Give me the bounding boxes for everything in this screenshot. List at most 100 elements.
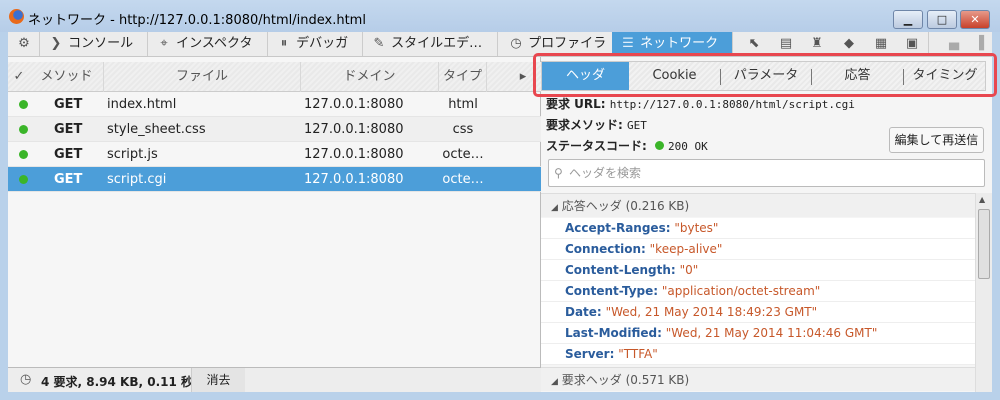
profiler-icon: ◷ [510,36,522,51]
header-name: Content-Length: [565,263,676,277]
method: GET [54,122,83,137]
column-file[interactable]: ファイル [104,62,301,92]
tab-label: ネットワーク [640,36,719,51]
domain: 127.0.0.1:8080 [304,122,404,137]
scroll-thumb[interactable] [978,209,990,279]
header-name: Connection: [565,242,646,256]
tab-params[interactable]: パラメータ [721,62,811,90]
search-placeholder: ヘッダを検索 [569,166,642,180]
tab-inspector[interactable]: ⌖ インスペクタ [148,32,268,56]
response-header-row: Server: "TTFA" [541,344,975,365]
file: script.cgi [107,172,167,187]
domain: 127.0.0.1:8080 [304,147,404,162]
column-status[interactable]: ✓ [8,62,30,92]
request-url-row: 要求 URL: http://127.0.0.1:8080/html/scrip… [546,95,855,112]
method: GET [54,147,83,162]
firefox-logo-icon [9,9,24,24]
request-method: GET [627,119,647,132]
tab-cookie[interactable]: Cookie [629,62,720,90]
header-name: Accept-Ranges: [565,221,671,235]
search-icon: ⚲ [554,166,563,180]
request-row[interactable]: GET script.js 127.0.0.1:8080 octe… [8,142,541,167]
tab-label: コンソール [68,36,134,51]
request-row[interactable]: GET index.html 127.0.0.1:8080 html [8,92,541,117]
response-header-row: Last-Modified: "Wed, 21 May 2014 11:04:4… [541,323,975,344]
maximize-button[interactable]: □ [927,10,957,29]
file: script.js [107,147,158,162]
request-summary: 4 要求, 8.94 KB, 0.11 秒 [41,375,194,389]
tab-label: インスペクタ [176,36,253,51]
tab-console[interactable]: ❯ コンソール [40,32,148,56]
scroll-up-icon: ▲ [979,195,986,204]
response-header-row: Connection: "keep-alive" [541,239,975,260]
gear-icon: ⚙ [18,36,30,51]
file: index.html [107,97,177,112]
header-value: "0" [679,263,699,277]
response-headers-section[interactable]: ◢ 応答ヘッダ (0.216 KB) [541,193,975,217]
request-list-header: ✓ メソッド ファイル ドメイン タイプ ▸ [8,62,541,92]
toggle-sidebar-icon[interactable]: ▸ [513,62,533,92]
status-bar: ◷ 4 要求, 8.94 KB, 0.11 秒 消去 [8,367,541,392]
header-value: "TTFA" [618,347,658,361]
column-type[interactable]: タイプ [439,62,487,92]
tab-timings[interactable]: タイミング [904,62,986,90]
section-title: 応答ヘッダ (0.216 KB) [561,199,690,213]
request-headers-section[interactable]: ◢ 要求ヘッダ (0.571 KB) [541,367,975,391]
file: style_sheet.css [107,122,206,137]
label: 要求メソッド: [546,118,623,132]
edit-resend-button[interactable]: 編集して再送信 [889,127,984,153]
request-row[interactable]: GET style_sheet.css 127.0.0.1:8080 css [8,117,541,142]
response-header-row: Accept-Ranges: "bytes" [541,218,975,239]
response-header-row: Date: "Wed, 21 May 2014 18:49:23 GMT" [541,302,975,323]
tab-label: プロファイラ [528,36,607,51]
column-method[interactable]: メソッド [30,62,104,92]
style-editor-icon: ✎ [373,36,385,51]
minimize-button[interactable]: ▁ [893,10,923,29]
close-button[interactable]: ✕ [960,10,990,29]
type: octe… [442,172,484,187]
request-details-panel: ヘッダ Cookie パラメータ 応答 タイミング 要求 URL: http:/… [533,53,997,392]
header-name: Server: [565,347,615,361]
type: css [452,122,474,137]
header-name: Content-Type: [565,284,659,298]
details-tabs: ヘッダ Cookie パラメータ 応答 タイミング [541,61,986,91]
response-header-row: Content-Type: "application/octet-stream" [541,281,975,302]
tab-label: スタイルエデ… [391,36,483,51]
label: 要求 URL: [546,97,606,111]
status-code: 200 OK [668,140,708,153]
scrollbar[interactable]: ▲ [975,193,992,392]
settings-button[interactable]: ⚙ [8,32,40,56]
status-code-row: ステータスコード: 200 OK [546,137,708,154]
method: GET [54,97,83,112]
tab-response[interactable]: 応答 [812,62,903,90]
response-header-row: Content-Length: "0" [541,260,975,281]
domain: 127.0.0.1:8080 [304,97,404,112]
request-method-row: 要求メソッド: GET [546,116,647,133]
type: html [448,97,478,112]
clear-button[interactable]: 消去 [191,368,245,392]
header-value: "bytes" [674,221,719,235]
window-title: ネットワーク - http://127.0.0.1:8080/html/inde… [28,13,366,28]
title-bar: ネットワーク - http://127.0.0.1:8080/html/inde… [0,0,1000,32]
header-search-input[interactable]: ⚲ ヘッダを検索 [548,159,985,187]
header-value: "Wed, 21 May 2014 11:04:46 GMT" [665,326,878,340]
tab-debugger[interactable]: ⏸ デバッガ [268,32,363,56]
method: GET [54,172,83,187]
request-list-panel: ✓ メソッド ファイル ドメイン タイプ ▸ GET index.html 12… [8,57,541,367]
debugger-icon: ⏸ [280,36,288,51]
status-dot-icon [19,125,28,134]
header-value: "keep-alive" [649,242,723,256]
collapse-triangle-icon: ◢ [551,377,558,387]
tab-label: デバッガ [296,36,349,51]
header-value: "Wed, 21 May 2014 18:49:23 GMT" [605,305,818,319]
label: ステータスコード: [546,139,647,153]
inspector-icon: ⌖ [160,36,168,51]
tab-headers[interactable]: ヘッダ [542,62,629,90]
header-value: "application/octet-stream" [661,284,821,298]
status-dot-icon [19,150,28,159]
domain: 127.0.0.1:8080 [304,172,404,187]
request-row[interactable]: GET script.cgi 127.0.0.1:8080 octe… [8,167,541,192]
tab-style-editor[interactable]: ✎ スタイルエデ… [363,32,498,56]
column-domain[interactable]: ドメイン [301,62,439,92]
type: octe… [442,147,484,162]
